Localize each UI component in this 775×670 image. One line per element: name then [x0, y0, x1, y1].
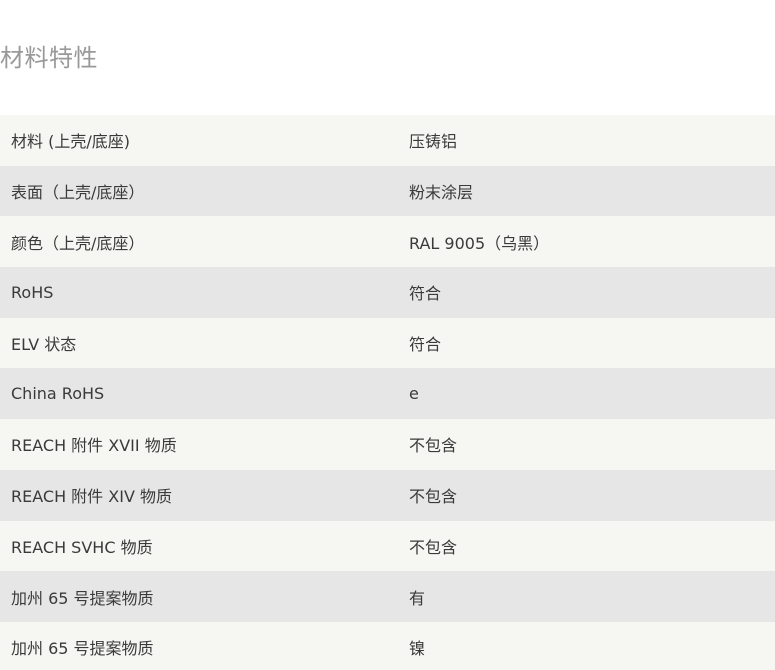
property-value: 压铸铝 [409, 132, 458, 152]
table-row: 表面（上壳/底座） 粉末涂层 [0, 165, 775, 217]
table-row: ELV 状态 符合 [0, 317, 775, 369]
table-row: 材料 (上壳/底座) 压铸铝 [0, 115, 775, 166]
property-value: 不包含 [409, 436, 458, 456]
property-value: 粉末涂层 [409, 183, 474, 203]
property-label: 加州 65 号提案物质 [11, 588, 154, 608]
property-value: 不包含 [409, 487, 458, 507]
table-row: 加州 65 号提案物质 有 [0, 571, 775, 622]
property-label: 材料 (上壳/底座) [11, 132, 130, 152]
property-value: 有 [409, 588, 426, 608]
table-row: 颜色（上壳/底座） RAL 9005（乌黑） [0, 216, 775, 268]
table-row: REACH 附件 XIV 物质 不包含 [0, 469, 775, 521]
property-value: e [409, 384, 419, 404]
property-label: REACH 附件 XIV 物质 [11, 487, 172, 507]
table-row: REACH SVHC 物质 不包含 [0, 520, 775, 572]
property-label: China RoHS [11, 384, 105, 404]
table-row: 加州 65 号提案物质 镍 [0, 621, 775, 670]
material-properties-table: 材料 (上壳/底座) 压铸铝 表面（上壳/底座） 粉末涂层 颜色（上壳/底座） … [0, 115, 775, 670]
property-value: 镍 [409, 639, 426, 659]
table-row: RoHS 符合 [0, 267, 775, 318]
section-title: 材料特性 [0, 44, 98, 72]
property-label: 表面（上壳/底座） [11, 183, 145, 203]
table-row: REACH 附件 XVII 物质 不包含 [0, 419, 775, 470]
table-row: China RoHS e [0, 368, 775, 420]
property-value: 符合 [409, 284, 442, 304]
property-value: RAL 9005（乌黑） [409, 233, 550, 253]
property-label: RoHS [11, 282, 54, 302]
property-label: REACH SVHC 物质 [11, 537, 153, 557]
material-properties-page: 材料特性 材料 (上壳/底座) 压铸铝 表面（上壳/底座） 粉末涂层 颜色（上壳… [0, 0, 775, 670]
property-label: ELV 状态 [11, 335, 77, 355]
property-value: 符合 [409, 335, 442, 355]
property-value: 不包含 [409, 537, 458, 557]
property-label: 颜色（上壳/底座） [11, 233, 145, 253]
property-label: REACH 附件 XVII 物质 [11, 436, 177, 456]
property-label: 加州 65 号提案物质 [11, 639, 154, 659]
